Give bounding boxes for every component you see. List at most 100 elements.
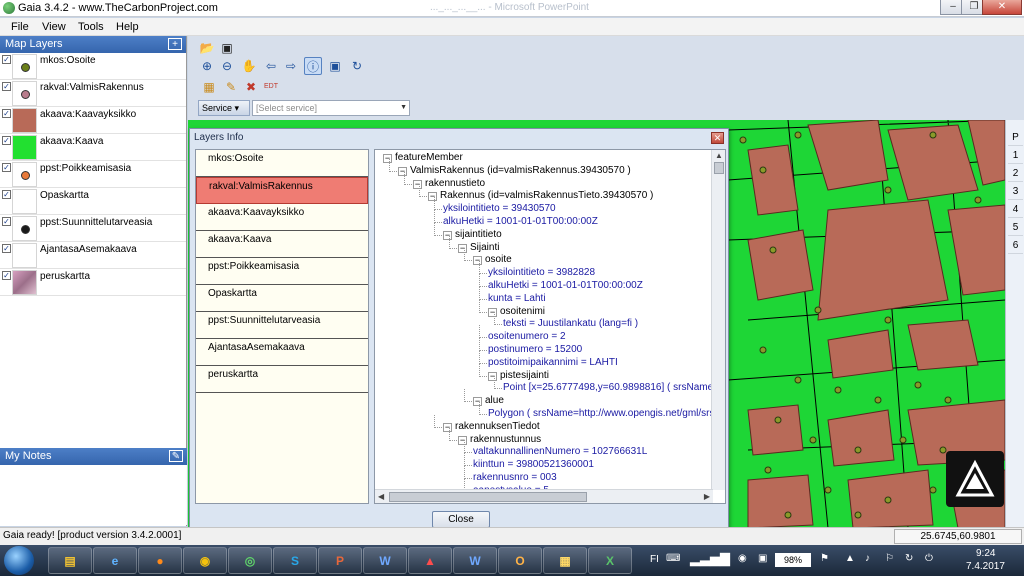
tree-node[interactable]: − rakennustieto: [413, 178, 485, 189]
map-layer-item[interactable]: ✓ akaava:Kaavayksikko: [0, 107, 186, 134]
layer-info-item[interactable]: akaava:Kaava: [196, 231, 368, 258]
scroll-left-arrow-icon[interactable]: ◀: [378, 492, 384, 501]
scroll-up-arrow-icon[interactable]: ▲: [715, 151, 723, 160]
skype-icon[interactable]: S: [273, 547, 317, 574]
map-layer-item[interactable]: ✓ ppst:Suunnittelutarveasia: [0, 215, 186, 242]
tree-node[interactable]: − ValmisRakennus (id=valmisRakennus.39430…: [398, 165, 631, 176]
tree-node[interactable]: osoitenumero = 2: [488, 331, 566, 342]
map-layer-item[interactable]: ✓ akaava:Kaava: [0, 134, 186, 161]
service-select[interactable]: [Select service] ▼: [252, 100, 410, 116]
layer-info-item[interactable]: akaava:Kaavayksikko: [196, 204, 368, 231]
layer-visibility-checkbox[interactable]: ✓: [2, 55, 11, 64]
zoom-level-4[interactable]: 4: [1008, 202, 1023, 218]
tree-node[interactable]: teksti = Juustilankatu (lang=fi ): [503, 318, 638, 329]
layer-info-item[interactable]: Opaskartta: [196, 285, 368, 312]
add-note-icon[interactable]: ✎: [169, 450, 183, 462]
tree-node[interactable]: alkuHetki = 1001-01-01T00:00:00Z: [488, 280, 643, 291]
collapse-icon[interactable]: −: [488, 307, 497, 317]
delete-feature-icon[interactable]: ✖: [242, 78, 260, 96]
tree-node[interactable]: valtakunnallinenNumero = 102766631L: [473, 446, 647, 457]
show-hidden-icons-icon[interactable]: ▲: [845, 553, 855, 564]
firefox-icon[interactable]: ●: [138, 547, 182, 574]
zoom-level-p[interactable]: P: [1008, 130, 1023, 146]
collapse-icon[interactable]: −: [428, 192, 437, 202]
menu-file[interactable]: File: [11, 21, 29, 33]
file-explorer-icon[interactable]: ▤: [48, 547, 92, 574]
tree-node[interactable]: postinumero = 15200: [488, 344, 582, 355]
tree-node[interactable]: postitoimipaikannimi = LAHTI: [488, 357, 618, 368]
tree-node[interactable]: Point [x=25.6777498,y=60.9898816] ( srsN…: [503, 382, 725, 393]
map-layer-item[interactable]: ✓ peruskartta: [0, 269, 186, 296]
tree-horizontal-scrollbar[interactable]: ◀ ▶: [375, 489, 713, 503]
tree-node[interactable]: yksilointitieto = 39430570: [443, 203, 556, 214]
tree-node[interactable]: − alue: [473, 395, 504, 407]
collapse-icon[interactable]: −: [443, 422, 452, 432]
internet-explorer-icon[interactable]: e: [93, 547, 137, 574]
my-notes-area[interactable]: [0, 465, 187, 525]
tree-node[interactable]: alkuHetki = 1001-01-01T00:00:00Z: [443, 216, 598, 227]
signal-strength-icon[interactable]: ▂▃▅▇: [690, 551, 730, 567]
menu-help[interactable]: Help: [116, 21, 139, 33]
map-tool-widget[interactable]: [946, 451, 1004, 507]
word-icon[interactable]: W: [363, 547, 407, 574]
collapse-icon[interactable]: −: [473, 397, 482, 407]
gaia-taskbar-icon[interactable]: ◎: [228, 547, 272, 574]
keyboard-icon[interactable]: ⌨: [666, 553, 680, 564]
layer-visibility-checkbox[interactable]: ✓: [2, 109, 11, 118]
zoom-extent-icon[interactable]: ▣: [326, 57, 344, 75]
open-folder-icon[interactable]: 📂: [198, 39, 216, 57]
layer-info-item[interactable]: rakval:ValmisRakennus: [196, 177, 368, 204]
tree-node[interactable]: − sijaintitieto: [443, 229, 502, 240]
sync-icon[interactable]: ↻: [905, 553, 913, 564]
layer-visibility-checkbox[interactable]: ✓: [2, 136, 11, 145]
zoom-in-icon[interactable]: ⊕: [198, 57, 216, 75]
map-layer-item[interactable]: ✓ Opaskartta: [0, 188, 186, 215]
menu-tools[interactable]: Tools: [78, 21, 104, 33]
edit-mode-icon[interactable]: EDT: [262, 78, 280, 96]
layer-info-item[interactable]: peruskartta: [196, 366, 368, 393]
action-center-icon[interactable]: ⚑: [820, 553, 829, 564]
tree-horizontal-scroll-thumb[interactable]: [389, 492, 587, 502]
scroll-right-arrow-icon[interactable]: ▶: [704, 492, 710, 501]
layer-visibility-checkbox[interactable]: ✓: [2, 271, 11, 280]
tree-node[interactable]: − rakennuksenTiedot: [443, 421, 540, 432]
forward-arrow-icon[interactable]: ⇨: [282, 57, 300, 75]
acrobat-icon[interactable]: ▲: [408, 547, 452, 574]
tree-vertical-scrollbar[interactable]: ▲: [711, 150, 725, 490]
pan-hand-icon[interactable]: ✋: [240, 57, 258, 75]
map-layer-item[interactable]: ✓ AjantasaAsemakaava: [0, 242, 186, 269]
tree-node[interactable]: Polygon ( srsName=http://www.opengis.net…: [488, 408, 725, 419]
start-button[interactable]: [4, 546, 34, 575]
layer-visibility-checkbox[interactable]: ✓: [2, 163, 11, 172]
zoom-out-icon[interactable]: ⊖: [218, 57, 236, 75]
power-icon[interactable]: ⏻: [925, 553, 933, 564]
layer-visibility-checkbox[interactable]: ✓: [2, 244, 11, 253]
menu-view[interactable]: View: [42, 21, 66, 33]
collapse-icon[interactable]: −: [488, 371, 497, 381]
layer-info-item[interactable]: AjantasaAsemakaava: [196, 339, 368, 366]
tree-node[interactable]: − Rakennus (id=valmisRakennusTieto.394305…: [428, 190, 653, 202]
language-indicator[interactable]: FI: [650, 554, 659, 565]
collapse-icon[interactable]: −: [458, 243, 467, 253]
collapse-icon[interactable]: −: [458, 435, 467, 445]
tree-node[interactable]: rakennusnro = 003: [473, 472, 557, 483]
info-icon[interactable]: ⓘ: [304, 57, 322, 75]
wireless-icon[interactable]: ◉: [738, 553, 747, 564]
word-document-icon[interactable]: W: [453, 547, 497, 574]
tree-node[interactable]: − featureMember: [383, 152, 463, 163]
close-button[interactable]: Close: [432, 511, 490, 528]
dialog-close-icon[interactable]: ✕: [711, 132, 724, 144]
powerpoint-icon[interactable]: P: [318, 547, 362, 574]
tree-node[interactable]: yksilointitieto = 3982828: [488, 267, 595, 278]
map-layer-item[interactable]: ✓ rakval:ValmisRakennus: [0, 80, 186, 107]
layer-properties-icon[interactable]: ▦: [200, 78, 218, 96]
network-icon[interactable]: ▣: [758, 553, 767, 564]
tree-node[interactable]: − rakennustunnus: [458, 434, 541, 445]
zoom-level-5[interactable]: 5: [1008, 220, 1023, 236]
layer-visibility-checkbox[interactable]: ✓: [2, 217, 11, 226]
tree-node[interactable]: kunta = Lahti: [488, 293, 546, 304]
tree-vertical-scroll-thumb[interactable]: [714, 162, 724, 174]
zoom-level-6[interactable]: 6: [1008, 238, 1023, 254]
zoom-level-3[interactable]: 3: [1008, 184, 1023, 200]
notes-app-icon[interactable]: ▦: [543, 547, 587, 574]
